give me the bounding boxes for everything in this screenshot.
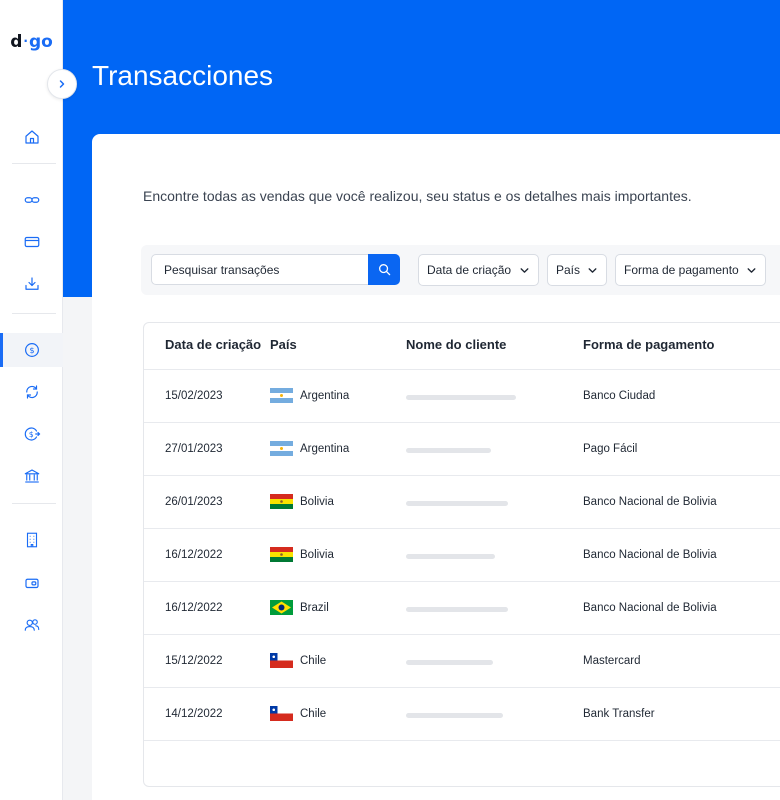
column-header-payment[interactable]: Forma de pagamento [583,337,714,352]
cell-payment: Bank Transfer [583,708,655,720]
chevron-down-icon [588,268,597,273]
client-name-placeholder [406,395,516,400]
cell-country: Bolivia [300,496,334,508]
svg-text:$: $ [29,345,34,355]
table-row[interactable]: 26/01/2023 Bolivia Banco Nacional de Boliv… [144,475,780,528]
table-row[interactable]: 16/12/2022 Brazil Banco Nacional de Bolivi… [144,581,780,634]
cell-date: 15/02/2023 [165,390,223,402]
wallet-icon [24,578,39,589]
table-row[interactable]: 15/12/2022 Chile Mastercard [144,634,780,687]
home-icon [24,130,39,144]
cell-payment: Banco Nacional de Bolivia [583,496,717,508]
cell-payment: Mastercard [583,655,641,667]
brazil-flag-icon [270,600,293,615]
search-button[interactable] [368,254,400,285]
refresh-icon [25,385,38,399]
cell-country: Argentina [300,390,350,402]
cell-date: 15/12/2022 [165,655,223,667]
cell-date: 27/01/2023 [165,443,223,455]
argentina-flag-icon [270,441,293,456]
sidebar-divider [12,313,56,314]
sidebar-toggle-button[interactable] [47,69,77,99]
table-row[interactable]: 14/12/2022 Chile Bank Transfer [144,687,780,740]
logo-d: d [10,32,23,52]
link-icon [24,197,39,203]
building-icon [26,532,37,548]
date-filter-label: Data de criação [427,263,512,277]
chevron-right-icon [59,80,65,88]
argentina-flag-icon [270,388,293,403]
client-name-placeholder [406,448,491,453]
chile-flag-icon [270,653,293,668]
bolivia-flag-icon [270,547,293,562]
filter-bar: Data de criação País Forma de pagamento [141,245,780,295]
users-icon [24,619,39,631]
sidebar-divider [12,163,56,164]
table-row[interactable]: 15/02/2023 Argentina Banco Ciudad [144,369,780,422]
cell-date: 16/12/2022 [165,602,223,614]
cell-date: 16/12/2022 [165,549,223,561]
client-name-placeholder [406,501,508,506]
cell-country: Argentina [300,443,350,455]
cell-date: 26/01/2023 [165,496,223,508]
client-name-placeholder [406,607,508,612]
sidebar-item-links[interactable] [0,183,63,217]
sidebar-item-transactions[interactable]: $ [0,333,63,367]
cell-payment: Banco Ciudad [583,390,656,402]
country-filter-select[interactable]: País [547,254,607,286]
chevron-down-icon [520,268,529,273]
cell-country: Chile [300,708,327,720]
transactions-table: Data de criação País Nome do cliente For… [143,322,780,787]
cell-date: 14/12/2022 [165,708,223,720]
sidebar: d·go $ $ [0,0,63,800]
chile-flag-icon [270,706,293,721]
sidebar-item-home[interactable] [0,120,63,154]
bank-icon [24,469,39,483]
payment-filter-label: Forma de pagamento [624,263,739,277]
dollar-circle-icon: $ [24,343,39,357]
cell-country: Brazil [300,602,329,614]
download-icon [24,277,39,290]
content-card: Encontre todas as vendas que você realiz… [92,134,780,800]
sidebar-item-cards[interactable] [0,225,63,259]
sidebar-divider [12,503,56,504]
cell-country: Bolivia [300,549,334,561]
bolivia-flag-icon [270,494,293,509]
client-name-placeholder [406,554,495,559]
page-description: Encontre todas as vendas que você realiz… [143,188,692,204]
sidebar-item-bank[interactable] [0,459,63,493]
dollar-out-icon: $ [24,427,40,441]
chevron-down-icon [747,268,756,273]
cell-payment: Pago Fácil [583,443,638,455]
table-row[interactable]: 27/01/2023 Argentina Pago Fácil [144,422,780,475]
cell-payment: Banco Nacional de Bolivia [583,602,717,614]
card-icon [24,236,39,248]
client-name-placeholder [406,660,493,665]
page-title: Transacciones [92,60,274,91]
logo[interactable]: d·go [0,32,63,52]
cell-country: Chile [300,655,327,667]
search-input[interactable] [152,255,367,284]
sidebar-item-wallet[interactable] [0,566,63,600]
sidebar-item-company[interactable] [0,523,63,557]
payment-filter-select[interactable]: Forma de pagamento [615,254,766,286]
search-icon [378,264,390,276]
date-filter-select[interactable]: Data de criação [418,254,539,286]
sidebar-item-downloads[interactable] [0,267,63,301]
search-box [151,254,400,285]
cell-payment: Banco Nacional de Bolivia [583,549,717,561]
column-header-client[interactable]: Nome do cliente [406,337,506,352]
svg-text:$: $ [28,430,33,439]
sidebar-item-users[interactable] [0,608,63,642]
country-filter-label: País [556,263,581,277]
table-row[interactable]: 16/12/2022 Bolivia Banco Nacional de Boliv… [144,528,780,581]
table-footer-divider [144,740,780,741]
logo-go: go [28,32,53,52]
sidebar-item-refunds[interactable] [0,375,63,409]
column-header-date[interactable]: Data de criação [165,337,261,352]
client-name-placeholder [406,713,503,718]
sidebar-item-payouts[interactable]: $ [0,417,63,451]
column-header-country[interactable]: País [270,337,297,352]
